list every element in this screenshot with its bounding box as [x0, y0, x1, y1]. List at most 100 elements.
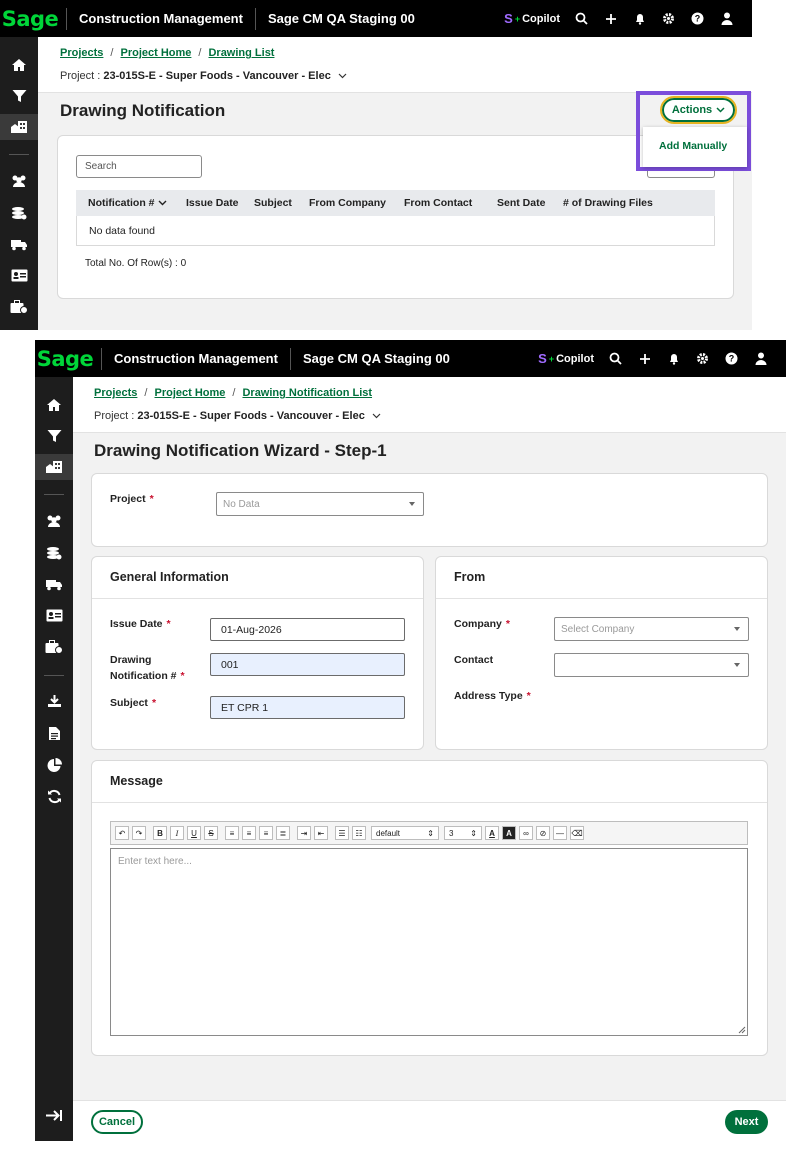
breadcrumb-drawing-list[interactable]: Drawing List — [208, 47, 274, 59]
gear-icon[interactable] — [695, 351, 710, 366]
finance-icon[interactable] — [35, 540, 73, 566]
actions-button[interactable]: Actions — [660, 96, 737, 124]
align-center-icon[interactable]: ≡ — [242, 826, 256, 840]
editor-placeholder: Enter text here... — [118, 856, 192, 867]
filter-icon[interactable] — [35, 423, 73, 449]
sage-logo[interactable]: Sage — [35, 347, 95, 371]
projects-icon[interactable] — [35, 454, 73, 480]
outdent-icon[interactable]: ⇤ — [314, 826, 328, 840]
breadcrumb-bar — [73, 377, 786, 433]
strikethrough-icon[interactable]: S — [204, 826, 218, 840]
search-icon[interactable] — [608, 351, 623, 366]
unordered-list-icon[interactable]: ☷ — [352, 826, 366, 840]
finance-icon[interactable] — [0, 200, 38, 226]
briefcase-clock-icon[interactable] — [0, 294, 38, 320]
pie-chart-icon[interactable] — [35, 752, 73, 778]
company-select[interactable]: Select Company — [554, 617, 749, 641]
cancel-button[interactable]: Cancel — [91, 1110, 143, 1134]
column-from-company[interactable]: From Company — [309, 197, 386, 209]
filter-icon[interactable] — [0, 83, 38, 109]
equipment-icon[interactable] — [0, 231, 38, 257]
column-sent-date[interactable]: Sent Date — [497, 197, 545, 209]
search-input[interactable]: Search — [76, 155, 202, 178]
italic-icon[interactable]: I — [170, 826, 184, 840]
drawing-notification-number-field[interactable]: 001 — [210, 653, 405, 676]
next-button[interactable]: Next — [725, 1110, 768, 1134]
contacts-icon[interactable] — [0, 168, 38, 194]
gear-icon[interactable] — [661, 11, 676, 26]
eraser-icon[interactable]: ⌫ — [570, 826, 584, 840]
column-issue-date[interactable]: Issue Date — [186, 197, 239, 209]
document-icon[interactable] — [35, 720, 73, 746]
help-icon[interactable]: ? — [724, 351, 739, 366]
column-subject[interactable]: Subject — [254, 197, 292, 209]
menu-item-add-manually[interactable]: Add Manually — [659, 140, 727, 152]
breadcrumb-projects[interactable]: Projects — [60, 47, 103, 59]
horizontal-rule-icon[interactable]: — — [553, 826, 567, 840]
equipment-icon[interactable] — [35, 571, 73, 597]
bold-icon[interactable]: B — [153, 826, 167, 840]
indent-icon[interactable]: ⇥ — [297, 826, 311, 840]
environment-name[interactable]: Sage CM QA Staging 00 — [268, 11, 415, 26]
download-icon[interactable] — [35, 688, 73, 714]
plus-icon[interactable] — [603, 11, 618, 26]
undo-icon[interactable]: ↶ — [115, 826, 129, 840]
bell-icon[interactable] — [632, 11, 647, 26]
resize-handle-icon[interactable] — [738, 1026, 746, 1034]
text-color-icon[interactable]: A — [485, 826, 499, 840]
id-card-icon[interactable] — [35, 602, 73, 628]
project-name: 23-015S-E - Super Foods - Vancouver - El… — [103, 70, 331, 82]
help-icon[interactable]: ? — [690, 11, 705, 26]
required-marker: * — [149, 493, 154, 505]
sync-icon[interactable] — [35, 783, 73, 809]
project-selector[interactable]: Project : 23-015S-E - Super Foods - Vanc… — [60, 70, 347, 82]
font-size-select[interactable]: 3 ⇕ — [444, 826, 482, 840]
unlink-icon[interactable]: ⊘ — [536, 826, 550, 840]
column-from-contact[interactable]: From Contact — [404, 197, 472, 209]
user-icon[interactable] — [719, 11, 734, 26]
sage-logo[interactable]: Sage — [0, 7, 60, 31]
column-notification-number[interactable]: Notification # — [88, 197, 167, 209]
project-select[interactable]: No Data — [216, 492, 424, 516]
align-left-icon[interactable]: ≡ — [225, 826, 239, 840]
plus-icon[interactable] — [637, 351, 652, 366]
breadcrumb-bar — [38, 37, 752, 93]
briefcase-clock-icon[interactable] — [35, 634, 73, 660]
general-information-title: General Information — [110, 570, 229, 584]
font-family-select[interactable]: default ⇕ — [371, 826, 439, 840]
underline-icon[interactable]: U — [187, 826, 201, 840]
search-icon[interactable] — [574, 11, 589, 26]
svg-text:?: ? — [729, 354, 735, 364]
justify-icon[interactable]: ≣ — [276, 826, 290, 840]
home-icon[interactable] — [0, 52, 38, 78]
breadcrumb-project-home[interactable]: Project Home — [120, 47, 191, 59]
screenshot-drawing-notification-wizard: Sage Construction Management Sage CM QA … — [35, 340, 786, 1141]
link-icon[interactable]: ∞ — [519, 826, 533, 840]
redo-icon[interactable]: ↷ — [132, 826, 146, 840]
actions-label: Actions — [671, 104, 713, 116]
copilot-button[interactable]: S + Copilot — [538, 351, 594, 366]
project-selector[interactable]: Project : 23-015S-E - Super Foods - Vanc… — [94, 410, 381, 422]
id-card-icon[interactable] — [0, 262, 38, 288]
breadcrumb-projects[interactable]: Projects — [94, 387, 137, 399]
contacts-icon[interactable] — [35, 508, 73, 534]
drawing-label-line1: Drawing — [110, 654, 152, 666]
breadcrumb-project-home[interactable]: Project Home — [154, 387, 225, 399]
align-right-icon[interactable]: ≡ — [259, 826, 273, 840]
copilot-button[interactable]: S + Copilot — [504, 11, 560, 26]
subject-field[interactable]: ET CPR 1 — [210, 696, 405, 719]
projects-icon[interactable] — [0, 114, 38, 140]
environment-name[interactable]: Sage CM QA Staging 00 — [303, 351, 450, 366]
highlight-color-icon[interactable]: A — [502, 826, 516, 840]
bell-icon[interactable] — [666, 351, 681, 366]
user-icon[interactable] — [753, 351, 768, 366]
message-editor[interactable]: Enter text here... — [110, 848, 748, 1036]
issue-date-field[interactable]: 01-Aug-2026 — [210, 618, 405, 641]
breadcrumb-drawing-notification-list[interactable]: Drawing Notification List — [242, 387, 372, 399]
expand-sidebar-icon[interactable] — [35, 1102, 73, 1128]
from-title: From — [454, 570, 486, 584]
ordered-list-icon[interactable]: ☰ — [335, 826, 349, 840]
home-icon[interactable] — [35, 392, 73, 418]
contact-select[interactable] — [554, 653, 749, 677]
column-drawing-files[interactable]: # of Drawing Files — [563, 197, 653, 209]
